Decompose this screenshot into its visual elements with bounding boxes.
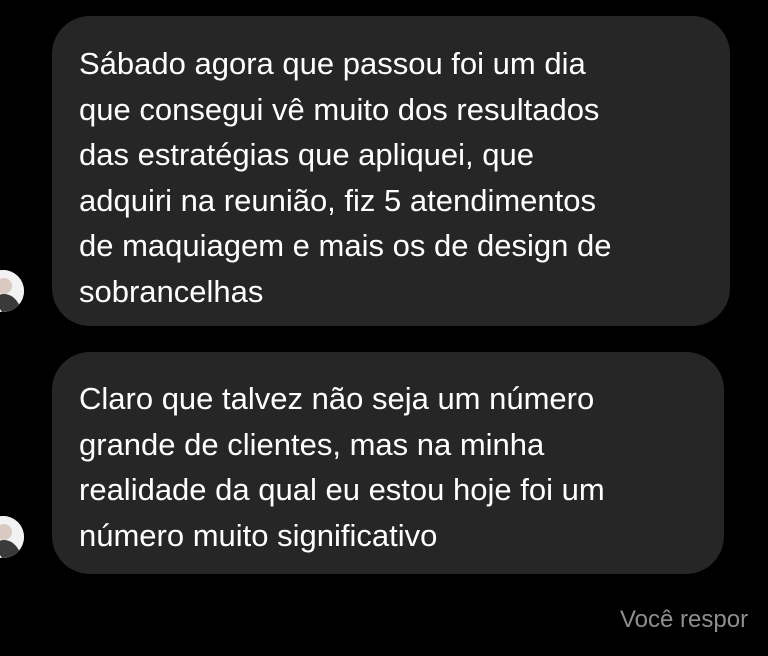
user-avatar-icon: [0, 270, 24, 312]
message-text-line: que consegui vê muito dos resultados: [79, 91, 600, 127]
message-text-line: sobrancelhas: [79, 273, 264, 309]
avatar[interactable]: [0, 270, 24, 312]
message-text-line: de maquiagem e mais os de design de: [79, 228, 612, 263]
message-text-line: realidade da qual eu estou hoje foi um: [79, 472, 605, 507]
user-avatar-icon: [0, 516, 24, 558]
message-text-line: Claro que talvez não seja um número: [79, 381, 595, 416]
message-text-line: Sábado agora que passou foi um dia: [79, 46, 586, 81]
message-bubble[interactable]: Sábado agora que passou foi um dia que c…: [52, 16, 730, 326]
message-text-line: das estratégias que apliquei, que: [79, 137, 534, 172]
message-text-line: número muito significativo: [79, 517, 438, 553]
avatar[interactable]: [0, 516, 24, 558]
message-bubble[interactable]: Claro que talvez não seja um número gran…: [52, 352, 724, 574]
message-text-line: adquiri na reunião, fiz 5 atendimentos: [79, 182, 596, 218]
reply-status-text: Você respor: [620, 606, 749, 633]
message-text-line: grande de clientes, mas na minha: [79, 426, 545, 462]
